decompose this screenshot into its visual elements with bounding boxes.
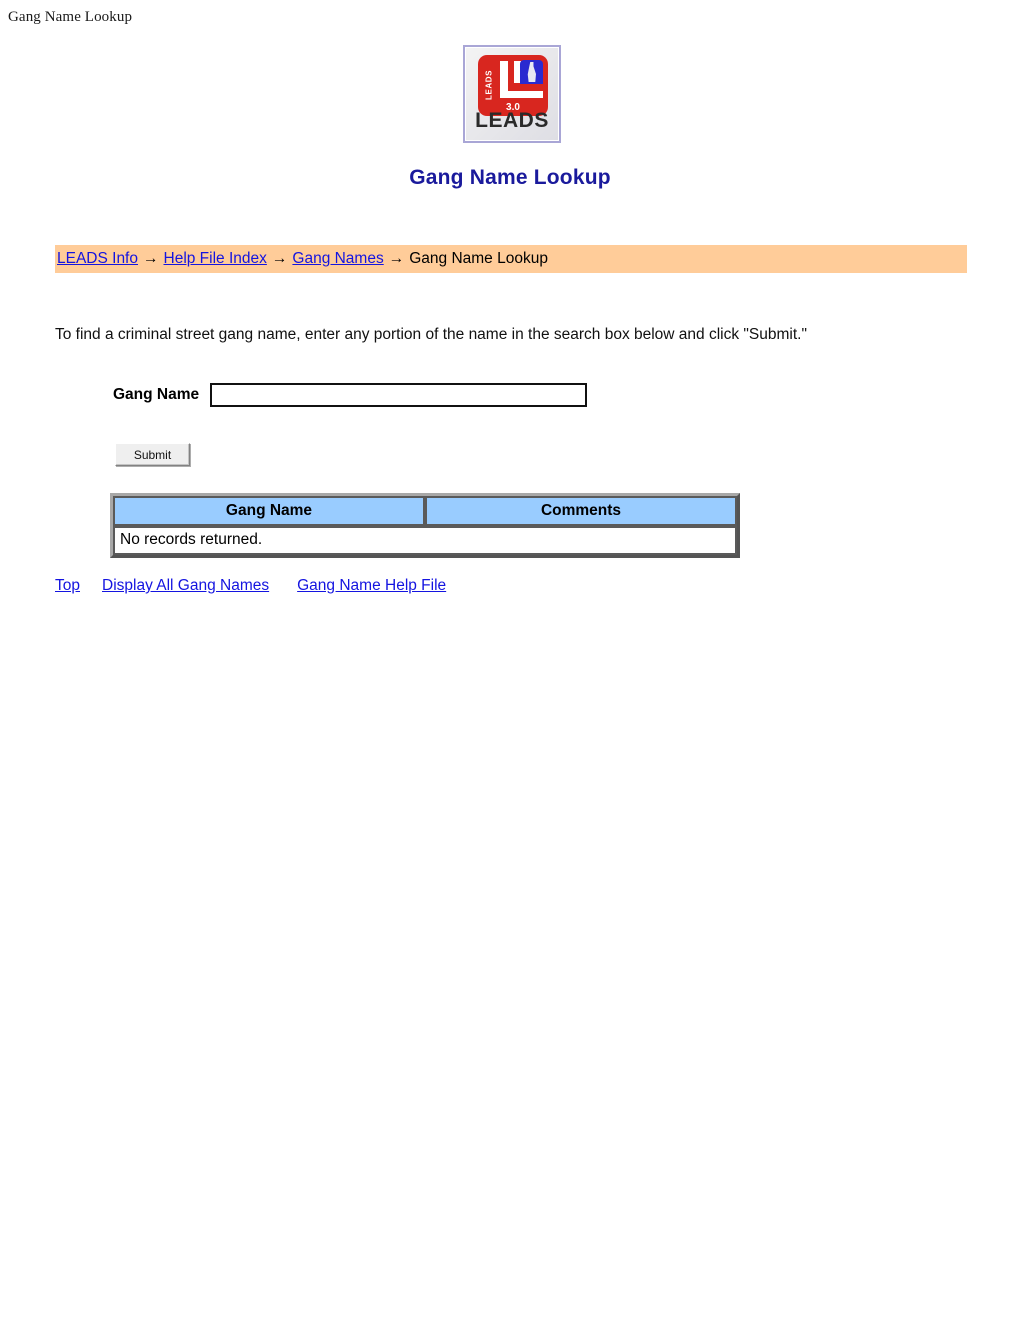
footer-links: Top Display All Gang Names Gang Name Hel…	[55, 577, 446, 595]
leads-badge-notch-horizontal	[500, 91, 543, 98]
gang-name-input[interactable]	[210, 383, 588, 407]
column-header-comments: Comments	[425, 496, 737, 526]
results-table-head: Gang Name Comments	[113, 496, 737, 526]
instruction-text: To find a criminal street gang name, ent…	[55, 325, 807, 343]
leads-logo: LEADS 3.0 LEADS	[463, 45, 561, 143]
column-header-gang-name: Gang Name	[113, 496, 425, 526]
breadcrumb-link-help-file-index[interactable]: Help File Index	[164, 250, 267, 268]
results-table-header-row: Gang Name Comments	[113, 496, 737, 526]
browser-page-header: Gang Name Lookup	[8, 9, 133, 25]
results-table: Gang Name Comments No records returned.	[110, 493, 740, 558]
breadcrumb: LEADS Info → Help File Index → Gang Name…	[55, 245, 967, 273]
illinois-state-shape-icon	[527, 62, 536, 82]
leads-logo-badge-icon: LEADS 3.0	[478, 55, 548, 116]
gang-name-search-form: Gang Name	[113, 383, 588, 407]
breadcrumb-link-leads-info[interactable]: LEADS Info	[57, 250, 138, 268]
submit-button[interactable]: Submit	[115, 443, 190, 466]
results-table-body: No records returned.	[113, 526, 737, 555]
page-title: Gang Name Lookup	[409, 166, 611, 190]
leads-badge-side-text: LEADS	[484, 69, 494, 101]
breadcrumb-separator: →	[388, 250, 405, 267]
breadcrumb-link-gang-names[interactable]: Gang Names	[292, 250, 383, 268]
illinois-state-box-icon	[520, 60, 543, 84]
empty-results-message: No records returned.	[113, 526, 737, 555]
footer-link-top[interactable]: Top	[55, 577, 80, 595]
breadcrumb-separator: →	[143, 250, 159, 267]
leads-logo-frame: LEADS 3.0 LEADS	[463, 45, 561, 143]
leads-logo-wordmark: LEADS	[475, 109, 549, 132]
breadcrumb-current-page: Gang Name Lookup	[409, 250, 548, 267]
gang-name-label: Gang Name	[113, 386, 200, 403]
footer-link-display-all-gang-names[interactable]: Display All Gang Names	[102, 577, 269, 595]
footer-link-gang-name-help-file[interactable]: Gang Name Help File	[297, 577, 446, 595]
breadcrumb-separator: →	[271, 250, 288, 267]
table-row: No records returned.	[113, 526, 737, 555]
